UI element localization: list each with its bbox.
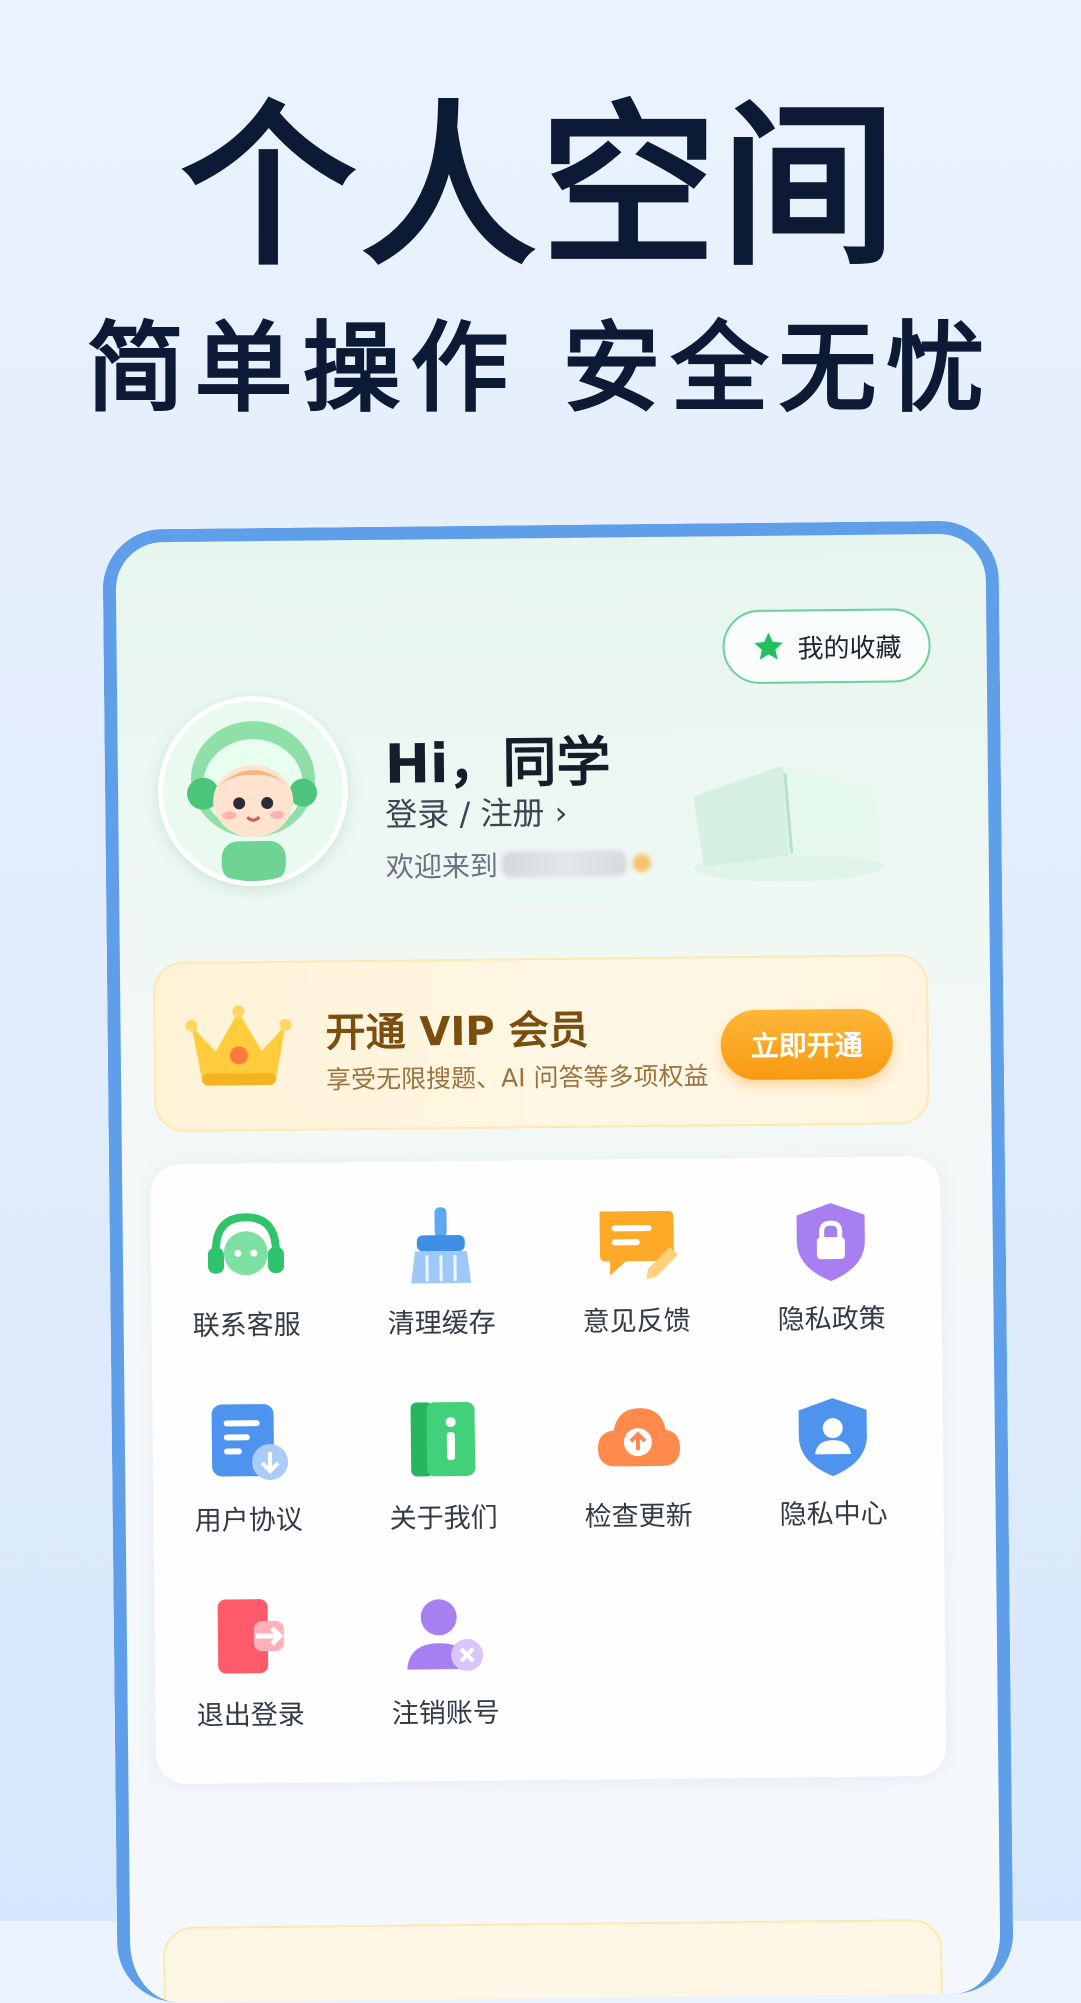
menu-item-label: 注销账号 — [391, 1697, 500, 1730]
menu-item-delete-account[interactable]: 注销账号 — [349, 1570, 541, 1742]
favorites-label: 我的收藏 — [797, 632, 902, 664]
vip-card[interactable]: 开通 VIP 会员 享受无限搜题、AI 问答等多项权益 立即开通 — [152, 954, 930, 1133]
menu-item-privacy-policy[interactable]: 隐私政策 — [735, 1176, 927, 1348]
menu-item-feedback[interactable]: 意见反馈 — [540, 1178, 732, 1350]
logout-door-icon — [217, 1599, 284, 1674]
greeting-text: Hi，同学 — [384, 730, 611, 796]
hero-subtitle: 简单操作 安全无忧 — [86, 312, 995, 426]
favorites-button[interactable]: 我的收藏 — [722, 608, 931, 685]
menu-item-label: 隐私中心 — [779, 1498, 888, 1531]
book-illustration-icon — [693, 765, 884, 882]
menu-item-label: 联系客服 — [192, 1309, 301, 1342]
crown-icon — [185, 1005, 292, 1086]
welcome-text: 欢迎来到 — [386, 843, 651, 886]
menu-item-label: 隐私政策 — [777, 1303, 886, 1336]
menu-item-label: 检查更新 — [584, 1500, 693, 1533]
cloud-upload-icon — [597, 1408, 680, 1467]
avatar-character-icon — [163, 701, 344, 882]
user-remove-icon — [407, 1599, 484, 1671]
vip-open-button[interactable]: 立即开通 — [720, 1008, 894, 1081]
welcome-prefix: 欢迎来到 — [385, 849, 499, 884]
bottom-card-peek — [162, 1919, 944, 2003]
menu-item-label: 意见反馈 — [582, 1305, 691, 1338]
feedback-icon — [599, 1210, 678, 1280]
menu-item-label: 关于我们 — [389, 1502, 498, 1535]
info-book-icon — [410, 1401, 476, 1477]
star-icon — [754, 632, 783, 660]
headset-icon — [207, 1213, 285, 1276]
vip-subtitle: 享受无限搜题、AI 问答等多项权益 — [325, 1061, 709, 1095]
menu-item-check-update[interactable]: 检查更新 — [542, 1373, 734, 1545]
menu-item-about-us[interactable]: 关于我们 — [347, 1375, 539, 1547]
menu-item-contact-support[interactable]: 联系客服 — [150, 1182, 342, 1354]
menu-item-user-agreement[interactable]: 用户协议 — [152, 1377, 344, 1549]
menu-item-privacy-center[interactable]: 隐私中心 — [737, 1371, 929, 1543]
avatar[interactable] — [157, 695, 350, 888]
hero-title: 个人空间 — [180, 85, 901, 290]
blurred-emoji — [632, 854, 651, 873]
user-shield-icon — [798, 1398, 867, 1477]
document-download-icon — [211, 1404, 289, 1481]
lock-shield-icon — [796, 1203, 865, 1282]
phone-frame: 我的收藏 Hi，同学 登录 / 注册 › 欢迎来到 开通 VIP 会员 享受无限… — [102, 520, 1014, 2003]
menu-item-label: 用户协议 — [194, 1504, 303, 1537]
broom-icon — [411, 1207, 472, 1284]
menu-grid: 联系客服 清理缓存 意见反馈 隐私政策 用户协议 关于我们 检查更新 隐私中心 … — [149, 1155, 947, 1785]
menu-item-logout[interactable]: 退出登录 — [154, 1572, 346, 1744]
blurred-app-name — [501, 850, 627, 878]
menu-item-clear-cache[interactable]: 清理缓存 — [345, 1180, 537, 1352]
vip-title: 开通 VIP 会员 — [325, 1007, 589, 1057]
menu-item-label: 清理缓存 — [387, 1307, 496, 1340]
login-register-link[interactable]: 登录 / 注册 › — [385, 788, 568, 836]
menu-item-label: 退出登录 — [196, 1699, 305, 1732]
